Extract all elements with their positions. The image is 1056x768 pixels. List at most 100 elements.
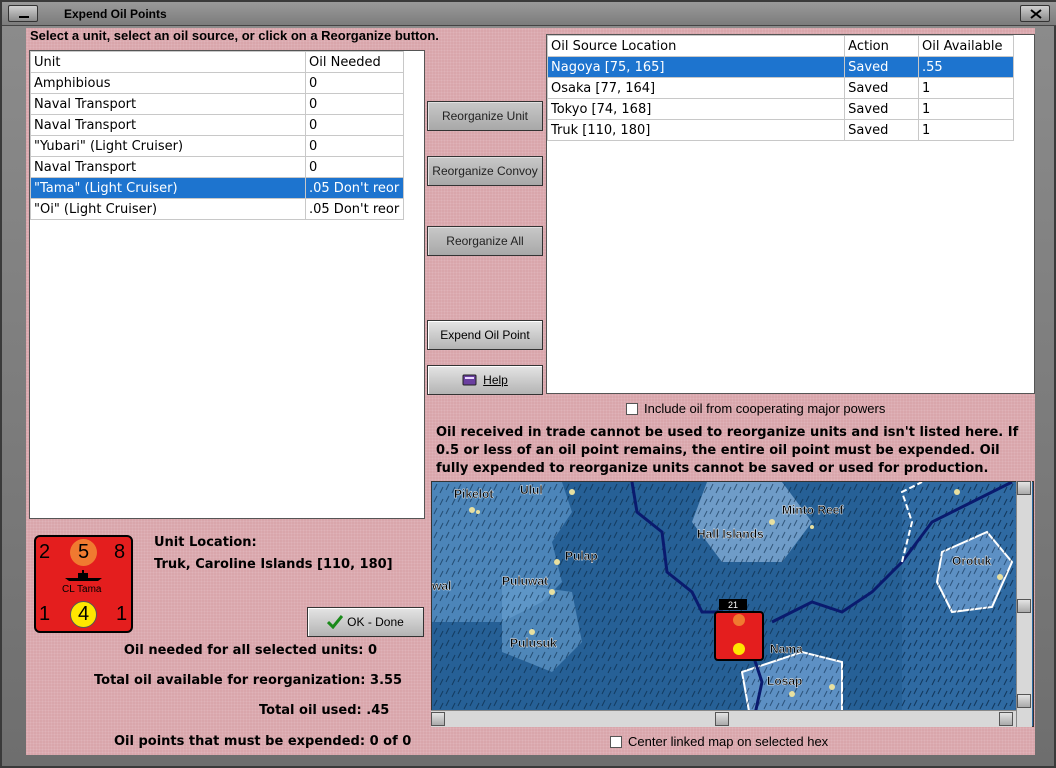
stat-label: Oil points that must be expended: — [114, 734, 366, 749]
column-header-action[interactable]: Action — [844, 35, 920, 57]
units-list-panel[interactable]: Unit Oil Needed Amphibious 0 Naval Transp… — [29, 50, 425, 519]
scroll-thumb-vertical[interactable] — [1017, 599, 1031, 613]
center-map-checkbox[interactable]: Center linked map on selected hex — [610, 734, 828, 749]
dialog-client: Select a unit, select an oil source, or … — [26, 28, 1035, 755]
window-frame: Expend Oil Points Select a unit, select … — [0, 0, 1056, 768]
checkbox-box — [610, 735, 622, 748]
oil-needed: .05 Don't reor — [305, 177, 404, 199]
oil-note-text: Oil received in trade cannot be used to … — [436, 425, 1019, 476]
close-button[interactable] — [1020, 5, 1050, 22]
column-header-oil-source[interactable]: Oil Source Location — [546, 35, 846, 57]
oil-location: Tokyo [74, 168] — [546, 98, 846, 120]
oil-available: 1 — [918, 98, 1014, 120]
map-vertical-scrollbar[interactable] — [1016, 481, 1032, 727]
column-header-unit[interactable]: Unit — [30, 51, 306, 73]
map-label: Pikelot — [454, 487, 493, 501]
oil-header-row: Oil Source Location Action Oil Available — [546, 35, 1014, 57]
unit-name: "Oi" (Light Cruiser) — [30, 198, 306, 220]
table-row[interactable]: "Oi" (Light Cruiser) .05 Don't reor — [30, 198, 404, 220]
window-title: Expend Oil Points — [64, 7, 167, 21]
map-label: Pulap — [565, 549, 598, 563]
counter-bottom-right: 1 — [116, 603, 128, 625]
reorganize-convoy-button[interactable]: Reorganize Convoy — [427, 156, 543, 186]
table-row[interactable]: Naval Transport 0 — [30, 156, 404, 178]
ok-done-button[interactable]: OK - Done — [307, 607, 424, 637]
unit-location-label: Unit Location: — [154, 535, 257, 550]
oil-available: .55 — [918, 56, 1014, 78]
stat-label: Oil needed for all selected units: — [123, 643, 364, 658]
expend-oil-point-button[interactable]: Expend Oil Point — [427, 320, 543, 350]
oil-source-panel[interactable]: Oil Source Location Action Oil Available… — [546, 34, 1035, 394]
checkbox-box — [626, 402, 638, 415]
include-oil-checkbox[interactable]: Include oil from cooperating major power… — [626, 401, 885, 416]
map-label: Ulul — [520, 483, 543, 497]
table-row[interactable]: "Yubari" (Light Cruiser) 0 — [30, 135, 404, 157]
unit-name: "Yubari" (Light Cruiser) — [30, 135, 306, 157]
map-label: Minto Reef — [782, 503, 844, 517]
counter-bottom-mid: 4 — [78, 603, 90, 625]
table-row[interactable]: Osaka [77, 164] Saved 1 — [546, 77, 1014, 99]
stat-total-available: Total oil available for reorganization: … — [94, 673, 402, 688]
table-row-selected[interactable]: "Tama" (Light Cruiser) .05 Don't reor — [30, 177, 404, 199]
include-oil-label: Include oil from cooperating major power… — [644, 401, 886, 416]
units-header-row: Unit Oil Needed — [30, 51, 404, 73]
map-horizontal-scrollbar[interactable] — [431, 710, 1016, 727]
scroll-left-button[interactable] — [431, 712, 445, 726]
reorganize-unit-button[interactable]: Reorganize Unit — [427, 101, 543, 131]
unit-name: "Tama" (Light Cruiser) — [30, 177, 306, 199]
units-table: Unit Oil Needed Amphibious 0 Naval Transp… — [30, 51, 404, 220]
scroll-down-button[interactable] — [1017, 694, 1031, 708]
oil-location: Nagoya [75, 165] — [546, 56, 846, 78]
map-label: wal — [432, 579, 451, 593]
linked-map[interactable]: Pikelot Ulul Minto Reef Hall Islands Pul… — [431, 481, 1034, 727]
oil-action: Saved — [844, 56, 920, 78]
oil-location: Truk [110, 180] — [546, 119, 846, 141]
unit-name: Naval Transport — [30, 114, 306, 136]
oil-needed: 0 — [305, 72, 404, 94]
title-bar: Expend Oil Points — [2, 2, 1056, 26]
table-row-selected[interactable]: Nagoya [75, 165] Saved .55 — [546, 56, 1014, 78]
oil-needed: 0 — [305, 156, 404, 178]
unit-name: Amphibious — [30, 72, 306, 94]
counter-top-right: 8 — [114, 541, 126, 563]
minimize-button[interactable] — [8, 5, 38, 22]
oil-available: 1 — [918, 77, 1014, 99]
table-row[interactable]: Naval Transport 0 — [30, 93, 404, 115]
stat-must-expend: Oil points that must be expended: 0 of 0 — [114, 734, 411, 749]
scroll-right-button[interactable] — [999, 712, 1013, 726]
table-row[interactable]: Tokyo [74, 168] Saved 1 — [546, 98, 1014, 120]
map-label: Pulusuk — [510, 636, 557, 650]
checkmark-icon — [327, 615, 344, 629]
map-label: Hall Islands — [697, 527, 764, 541]
table-row[interactable]: Amphibious 0 — [30, 72, 404, 94]
oil-action: Saved — [844, 98, 920, 120]
help-book-icon — [462, 374, 477, 386]
oil-needed: 0 — [305, 93, 404, 115]
stat-value: 0 — [367, 643, 377, 658]
scroll-thumb-horizontal[interactable] — [715, 712, 729, 726]
column-header-oil-available[interactable]: Oil Available — [918, 35, 1014, 57]
unit-name: Naval Transport — [30, 93, 306, 115]
scroll-up-button[interactable] — [1017, 481, 1031, 495]
table-row[interactable]: Naval Transport 0 — [30, 114, 404, 136]
map-label: Losap — [767, 674, 802, 688]
reorganize-all-button[interactable]: Reorganize All — [427, 226, 543, 256]
oil-needed: 0 — [305, 114, 404, 136]
unit-name: Naval Transport — [30, 156, 306, 178]
oil-source-table: Oil Source Location Action Oil Available… — [546, 35, 1014, 141]
stat-value: 3.55 — [370, 673, 403, 688]
stat-value: 0 of 0 — [369, 734, 412, 749]
cruiser-icon — [65, 570, 102, 581]
stat-label: Total oil used: — [259, 703, 362, 718]
counter-bottom-left: 1 — [39, 603, 51, 625]
oil-location: Osaka [77, 164] — [546, 77, 846, 99]
unit-location-value: Truk, Caroline Islands [110, 180] — [154, 557, 393, 572]
stat-label: Total oil available for reorganization: — [94, 673, 366, 688]
help-label: Help — [483, 373, 508, 387]
minimize-icon — [19, 16, 29, 18]
center-map-label: Center linked map on selected hex — [628, 734, 829, 749]
column-header-oil-needed[interactable]: Oil Needed — [305, 51, 404, 73]
table-row[interactable]: Truk [110, 180] Saved 1 — [546, 119, 1014, 141]
oil-available: 1 — [918, 119, 1014, 141]
help-button[interactable]: Help — [427, 365, 543, 395]
